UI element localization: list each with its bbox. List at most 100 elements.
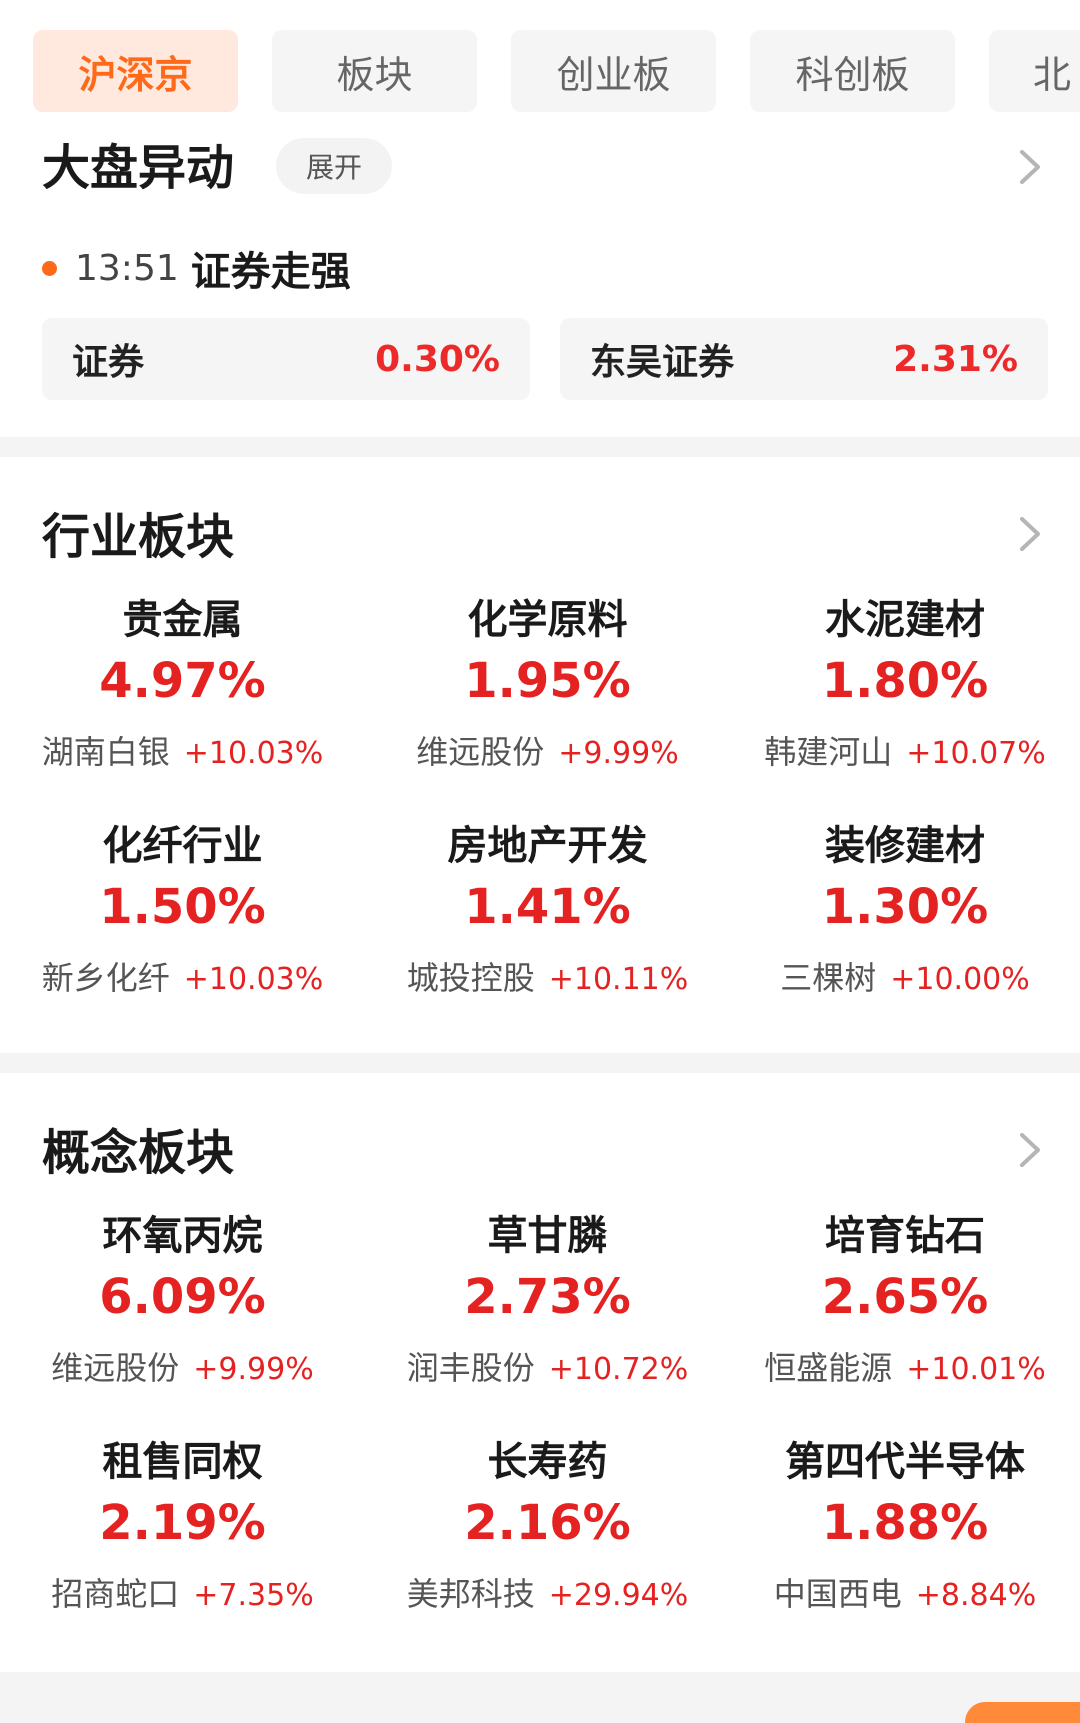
lead-stock: 恒盛能源 +10.01% bbox=[730, 1343, 1080, 1389]
lead-stock: 中国西电 +8.84% bbox=[730, 1569, 1080, 1615]
chip-name: 东吴证券 bbox=[590, 342, 735, 383]
lead-stock-name: 新乡化纤 bbox=[41, 959, 170, 997]
event-dot-icon bbox=[42, 260, 57, 276]
lead-stock-pct: +7.35% bbox=[193, 1578, 314, 1613]
lead-stock: 三棵树 +10.00% bbox=[730, 953, 1080, 999]
chip-value: 0.30% bbox=[375, 338, 500, 380]
expand-button[interactable]: 展开 bbox=[276, 138, 392, 194]
sector-cell[interactable]: 长寿药 2.16% 美邦科技 +29.94% bbox=[365, 1409, 730, 1635]
sector-pct: 6.09% bbox=[99, 1269, 266, 1325]
lead-stock-name: 恒盛能源 bbox=[764, 1349, 893, 1387]
sector-cell[interactable]: 租售同权 2.19% 招商蛇口 +7.35% bbox=[0, 1409, 365, 1635]
lead-stock-pct: +10.72% bbox=[548, 1352, 689, 1387]
industry-title: 行业板块 bbox=[42, 509, 235, 565]
sector-name: 水泥建材 bbox=[825, 597, 985, 643]
lead-stock: 润丰股份 +10.72% bbox=[365, 1343, 730, 1389]
sector-cell[interactable]: 装修建材 1.30% 三棵树 +10.00% bbox=[730, 793, 1080, 1019]
sector-cell[interactable]: 培育钻石 2.65% 恒盛能源 +10.01% bbox=[730, 1183, 1080, 1409]
lead-stock-name: 城投控股 bbox=[406, 959, 535, 997]
event-text: 证券走强 bbox=[190, 249, 351, 295]
lead-stock: 新乡化纤 +10.03% bbox=[0, 953, 365, 999]
sector-pct: 2.73% bbox=[464, 1269, 631, 1325]
sector-name: 房地产开发 bbox=[447, 823, 648, 869]
sector-cell[interactable]: 水泥建材 1.80% 韩建河山 +10.07% bbox=[730, 567, 1080, 793]
lead-stock-pct: +9.99% bbox=[193, 1352, 314, 1387]
sector-name: 化纤行业 bbox=[102, 823, 263, 869]
sector-cell[interactable]: 草甘膦 2.73% 润丰股份 +10.72% bbox=[365, 1183, 730, 1409]
lead-stock: 维远股份 +9.99% bbox=[365, 727, 730, 773]
section-divider bbox=[0, 1053, 1080, 1073]
tab-star-market[interactable]: 科创板 bbox=[750, 30, 955, 112]
concept-section: 概念板块 环氧丙烷 6.09% 维远股份 +9.99% 草甘膦 2.73% 润丰股… bbox=[0, 1073, 1080, 1672]
sector-pct: 2.65% bbox=[821, 1269, 989, 1325]
lead-stock-pct: +10.00% bbox=[890, 962, 1030, 997]
sector-cell[interactable]: 第四代半导体 1.88% 中国西电 +8.84% bbox=[730, 1409, 1080, 1635]
sector-pct: 1.50% bbox=[99, 879, 266, 935]
chip-value: 2.31% bbox=[893, 338, 1018, 380]
sector-pct: 1.41% bbox=[464, 879, 631, 935]
sector-pct: 2.16% bbox=[464, 1495, 631, 1551]
sector-name: 化学原料 bbox=[467, 597, 628, 643]
event-chip[interactable]: 东吴证券 2.31% bbox=[560, 318, 1048, 400]
sector-name: 装修建材 bbox=[825, 823, 985, 869]
sector-name: 长寿药 bbox=[487, 1439, 608, 1485]
lead-stock: 美邦科技 +29.94% bbox=[365, 1569, 730, 1615]
sector-pct: 1.80% bbox=[821, 653, 989, 709]
sector-name: 贵金属 bbox=[122, 597, 243, 643]
lead-stock-name: 湖南白银 bbox=[41, 733, 170, 771]
market-move-title: 大盘异动 bbox=[42, 140, 235, 196]
sector-cell[interactable]: 环氧丙烷 6.09% 维远股份 +9.99% bbox=[0, 1183, 365, 1409]
sector-pct: 1.88% bbox=[821, 1495, 989, 1551]
lead-stock: 湖南白银 +10.03% bbox=[0, 727, 365, 773]
market-move-section: 大盘异动 展开 13:51 证券走强 证券 0.30% 东吴证券 2.31% bbox=[0, 112, 1080, 437]
lead-stock-pct: +10.01% bbox=[906, 1352, 1046, 1387]
concept-grid: 环氧丙烷 6.09% 维远股份 +9.99% 草甘膦 2.73% 润丰股份 +10.… bbox=[0, 1183, 1080, 1635]
concept-title: 概念板块 bbox=[42, 1125, 235, 1181]
lead-stock-name: 招商蛇口 bbox=[51, 1575, 180, 1613]
event-chips: 证券 0.30% 东吴证券 2.31% bbox=[42, 318, 1048, 400]
sector-name: 培育钻石 bbox=[825, 1213, 985, 1259]
event-chip[interactable]: 证券 0.30% bbox=[42, 318, 530, 400]
lead-stock-pct: +29.94% bbox=[548, 1578, 689, 1613]
lead-stock-name: 韩建河山 bbox=[764, 733, 893, 771]
lead-stock-pct: +10.03% bbox=[183, 962, 324, 997]
tab-beijing[interactable]: 北 bbox=[989, 30, 1080, 112]
chevron-right-icon[interactable] bbox=[1004, 142, 1054, 192]
lead-stock: 招商蛇口 +7.35% bbox=[0, 1569, 365, 1615]
chevron-right-icon[interactable] bbox=[1004, 1125, 1054, 1175]
lead-stock-name: 三棵树 bbox=[780, 959, 877, 997]
sector-cell[interactable]: 化学原料 1.95% 维远股份 +9.99% bbox=[365, 567, 730, 793]
event-time: 13:51 bbox=[75, 247, 179, 289]
tab-sector[interactable]: 板块 bbox=[272, 30, 477, 112]
sector-name: 租售同权 bbox=[102, 1439, 263, 1485]
lead-stock-pct: +10.03% bbox=[183, 736, 324, 771]
sector-pct: 4.97% bbox=[99, 653, 266, 709]
market-tabs: 沪深京 板块 创业板 科创板 北 bbox=[33, 30, 1080, 112]
lead-stock: 韩建河山 +10.07% bbox=[730, 727, 1080, 773]
sector-pct: 1.30% bbox=[821, 879, 989, 935]
tab-hushenjing[interactable]: 沪深京 bbox=[33, 30, 238, 112]
lead-stock-pct: +9.99% bbox=[558, 736, 679, 771]
industry-section: 行业板块 贵金属 4.97% 湖南白银 +10.03% 化学原料 1.95% 维远… bbox=[0, 457, 1080, 1047]
sector-cell[interactable]: 房地产开发 1.41% 城投控股 +10.11% bbox=[365, 793, 730, 1019]
sector-cell[interactable]: 化纤行业 1.50% 新乡化纤 +10.03% bbox=[0, 793, 365, 1019]
sector-name: 草甘膦 bbox=[487, 1213, 608, 1259]
section-divider bbox=[0, 437, 1080, 457]
lead-stock: 城投控股 +10.11% bbox=[365, 953, 730, 999]
sector-name: 环氧丙烷 bbox=[102, 1213, 263, 1259]
sector-name: 第四代半导体 bbox=[785, 1439, 1025, 1485]
tab-chinext[interactable]: 创业板 bbox=[511, 30, 716, 112]
floating-button[interactable] bbox=[965, 1702, 1080, 1723]
sector-pct: 2.19% bbox=[99, 1495, 266, 1551]
sector-cell[interactable]: 贵金属 4.97% 湖南白银 +10.03% bbox=[0, 567, 365, 793]
lead-stock-name: 中国西电 bbox=[773, 1575, 902, 1613]
lead-stock: 维远股份 +9.99% bbox=[0, 1343, 365, 1389]
industry-grid: 贵金属 4.97% 湖南白银 +10.03% 化学原料 1.95% 维远股份 +9.… bbox=[0, 567, 1080, 1019]
lead-stock-name: 维远股份 bbox=[416, 733, 545, 771]
lead-stock-pct: +8.84% bbox=[915, 1578, 1037, 1613]
lead-stock-name: 美邦科技 bbox=[406, 1575, 535, 1613]
bottom-divider bbox=[0, 1672, 1080, 1723]
market-event[interactable]: 13:51 证券走强 bbox=[42, 240, 351, 296]
lead-stock-name: 维远股份 bbox=[51, 1349, 180, 1387]
chevron-right-icon[interactable] bbox=[1004, 509, 1054, 559]
